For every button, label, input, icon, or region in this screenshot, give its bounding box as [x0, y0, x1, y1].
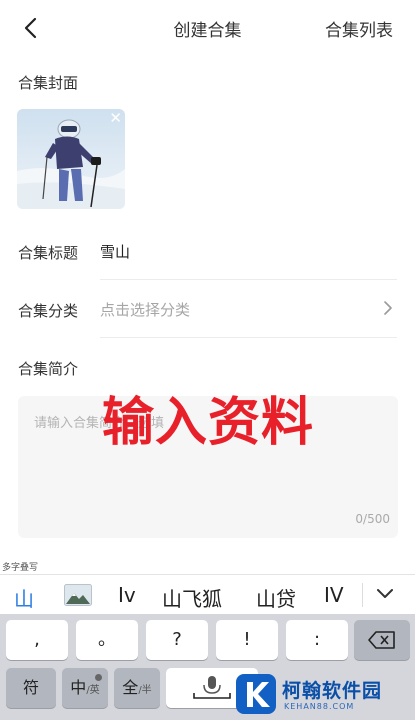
chinese-english-key[interactable]: 中/英	[62, 668, 108, 708]
key-period[interactable]: 。	[76, 620, 138, 660]
candidate-item[interactable]: 山	[14, 583, 34, 612]
key-comma[interactable]: ,	[6, 620, 68, 660]
candidate-item[interactable]: Iv	[118, 583, 136, 607]
key-exclamation[interactable]: !	[216, 620, 278, 660]
key-sub-label: /英	[86, 685, 100, 696]
full-half-width-key[interactable]: 全/半	[114, 668, 160, 708]
key-main-label: 中	[70, 678, 87, 697]
category-label: 合集分类	[18, 302, 79, 320]
create-collection-page: 创建合集 合集列表 合集封面 ✕ 合集标题 雪山 合集分类 点击选择分类 合集简…	[0, 0, 415, 720]
candidate-item[interactable]: IV	[324, 583, 344, 607]
category-selector[interactable]: 点击选择分类	[100, 299, 190, 320]
candidate-item[interactable]: 山贷	[256, 583, 296, 612]
nav-header: 创建合集 合集列表	[0, 0, 415, 56]
backspace-icon	[368, 631, 395, 649]
watermark-name: 柯翰软件园	[282, 680, 383, 702]
watermark: 柯翰软件园 KEHAN88.COM	[236, 674, 412, 718]
title-input[interactable]: 雪山	[100, 241, 130, 262]
candidate-item[interactable]: 山飞狐	[162, 583, 222, 612]
char-counter: 0/500	[355, 512, 390, 526]
title-label: 合集标题	[18, 244, 79, 262]
cover-label: 合集封面	[18, 74, 79, 92]
chevron-right-icon	[384, 301, 392, 315]
key-main-label: 全	[122, 678, 139, 697]
divider	[362, 583, 363, 607]
indicator-dot	[95, 674, 102, 681]
intro-label: 合集简介	[18, 360, 79, 378]
keyboard-hint: 多字叠写	[2, 563, 39, 573]
image-candidate-icon[interactable]	[64, 584, 92, 606]
watermark-url: KEHAN88.COM	[284, 702, 355, 711]
mic-icon	[193, 676, 231, 699]
overlay-caption: 输入资料	[102, 393, 315, 453]
key-question[interactable]: ?	[146, 620, 208, 660]
category-row[interactable]: 合集分类 点击选择分类	[0, 282, 415, 338]
divider	[100, 279, 397, 280]
title-row[interactable]: 合集标题 雪山	[0, 224, 415, 280]
collection-list-link[interactable]: 合集列表	[325, 16, 393, 41]
candidate-bar: 山 Iv 山飞狐 山贷 IV	[0, 574, 415, 614]
key-sub-label: /半	[138, 685, 152, 696]
backspace-key[interactable]	[354, 620, 410, 660]
cover-image[interactable]: ✕	[17, 109, 125, 209]
divider	[100, 337, 397, 338]
watermark-logo-icon	[236, 674, 276, 714]
key-colon[interactable]: :	[286, 620, 348, 660]
remove-cover-icon[interactable]: ✕	[109, 110, 122, 126]
symbol-key[interactable]: 符	[6, 668, 56, 708]
collapse-icon[interactable]	[376, 587, 394, 601]
